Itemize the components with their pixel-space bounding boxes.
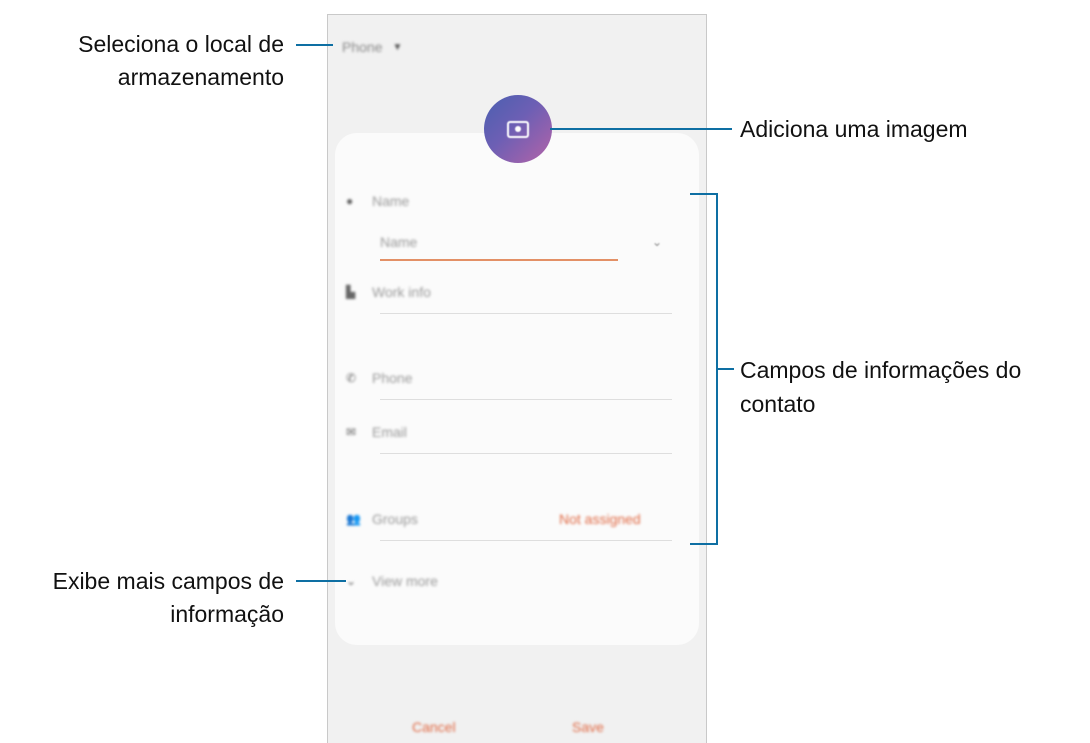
email-icon: ✉ <box>346 425 357 439</box>
email-label: Email <box>372 424 408 440</box>
person-icon: ● <box>346 194 354 208</box>
work-info-underline <box>380 313 672 314</box>
groups-label: Groups <box>372 511 418 527</box>
name-label: Name <box>372 193 410 209</box>
dropdown-arrow-icon: ▼ <box>392 41 403 53</box>
fields-bracket-bottom <box>690 543 718 545</box>
storage-callout-line <box>296 44 333 46</box>
more-callout-line1: Exibe mais campos de <box>52 568 284 594</box>
name-input-placeholder: Name <box>380 234 418 250</box>
work-info-label: Work info <box>372 284 431 300</box>
phone-icon: ✆ <box>346 371 357 385</box>
view-more-button[interactable]: ⌄ View more <box>346 566 438 596</box>
more-callout-line2: informação <box>170 601 284 627</box>
phone-screen: Phone ▼ ● Name Name ⌄ ▙ Work info ✆ Phon… <box>327 14 707 743</box>
fields-callout-line1: Campos de informações do <box>740 357 1022 383</box>
groups-value: Not assigned <box>559 511 641 527</box>
storage-label: Phone <box>342 39 383 55</box>
add-image-button[interactable] <box>484 95 552 163</box>
phone-underline <box>380 399 672 400</box>
name-field-header: ● Name <box>346 186 409 216</box>
camera-icon <box>507 120 529 138</box>
image-callout-line <box>550 128 732 130</box>
work-icon: ▙ <box>346 285 356 299</box>
name-input-underline <box>380 259 618 261</box>
storage-callout-line2: armazenamento <box>117 64 284 90</box>
save-button[interactable]: Save <box>572 719 604 735</box>
cancel-button[interactable]: Cancel <box>412 719 456 735</box>
image-callout: Adiciona uma imagem <box>740 116 968 142</box>
groups-underline <box>380 540 672 541</box>
view-more-label: View more <box>372 573 438 589</box>
phone-label: Phone <box>372 370 413 386</box>
work-info-field[interactable]: ▙ Work info <box>346 277 431 307</box>
chevron-down-icon: ⌄ <box>346 574 357 588</box>
chevron-down-icon[interactable]: ⌄ <box>652 235 662 249</box>
more-callout-line <box>296 580 346 582</box>
storage-callout-line1: Seleciona o local de <box>78 31 284 57</box>
name-input[interactable]: Name <box>380 227 417 257</box>
fields-callout-line2: contato <box>740 391 816 417</box>
email-field[interactable]: ✉ Email <box>346 417 407 447</box>
fields-bracket-top <box>690 193 718 195</box>
groups-field[interactable]: 👥 Groups <box>346 504 418 534</box>
email-underline <box>380 453 672 454</box>
fields-callout-line <box>716 368 734 370</box>
phone-field[interactable]: ✆ Phone <box>346 363 412 393</box>
groups-icon: 👥 <box>346 512 361 526</box>
storage-selector[interactable]: Phone ▼ <box>342 39 402 55</box>
